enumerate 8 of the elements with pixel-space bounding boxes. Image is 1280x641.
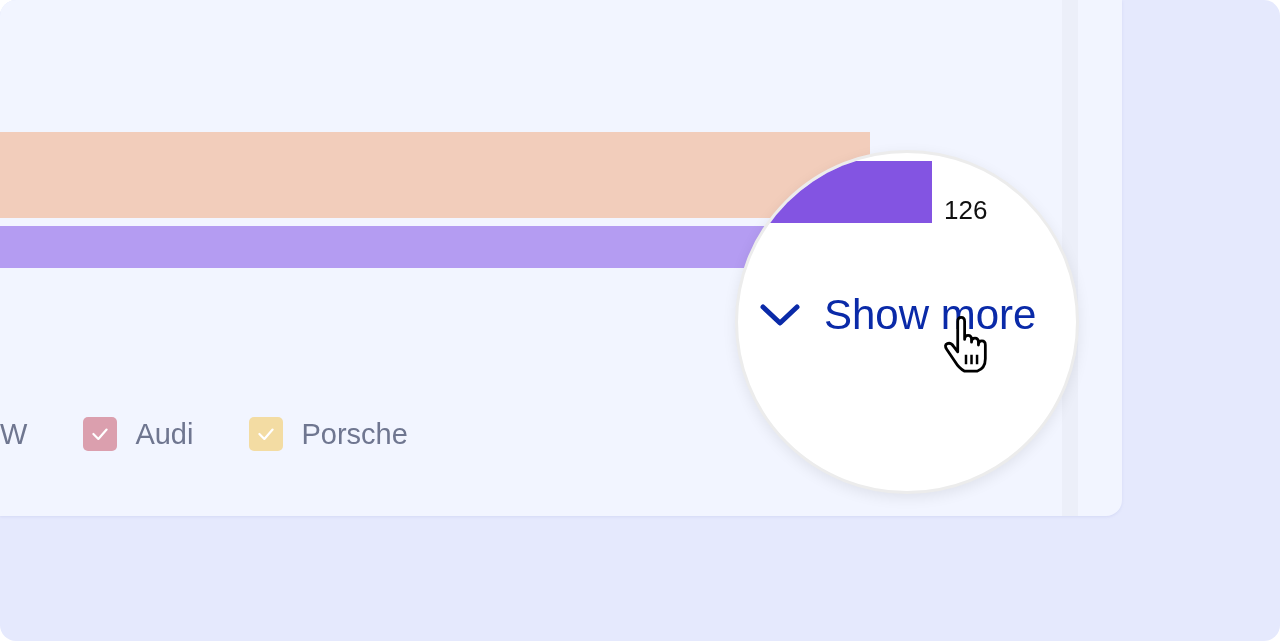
- legend-label: Porsche: [301, 417, 408, 451]
- show-more-button[interactable]: Show more: [760, 291, 1037, 339]
- bar-value: 126: [944, 197, 988, 223]
- legend-checkbox[interactable]: [249, 417, 284, 451]
- legend-label: W: [0, 417, 28, 451]
- legend-label: Audi: [135, 417, 194, 451]
- legend-checkbox[interactable]: [83, 417, 118, 451]
- chevron-down-icon: [760, 303, 800, 327]
